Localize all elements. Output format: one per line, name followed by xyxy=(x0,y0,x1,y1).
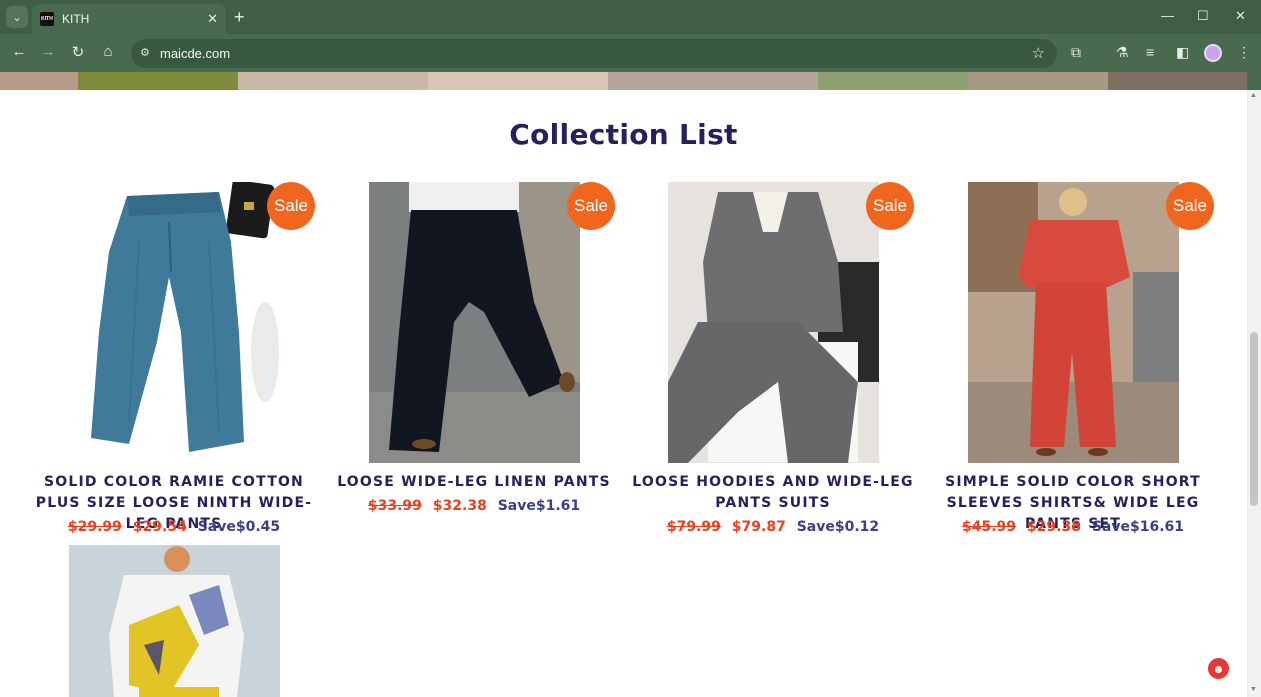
savings-amount: Save$0.12 xyxy=(796,519,880,535)
original-price: $79.99 xyxy=(666,519,721,535)
tab-title: KITH xyxy=(62,12,90,26)
product-card[interactable]: Sale LOOSE WIDE-LEG LINEN PANTS $33.99 $… xyxy=(324,182,624,514)
product-prices: $45.99 $29.38 Save$16.61 xyxy=(923,519,1223,535)
chat-icon[interactable]: ☻ xyxy=(1208,658,1229,679)
product-image[interactable] xyxy=(69,545,280,697)
home-icon[interactable]: ⌂ xyxy=(98,43,118,60)
site-settings-icon[interactable]: ⚙ xyxy=(140,46,150,59)
product-image[interactable] xyxy=(968,182,1179,463)
product-name[interactable]: LOOSE HOODIES AND WIDE-LEG PANTS SUITS xyxy=(623,472,923,514)
scroll-down-arrow-icon[interactable]: ▼ xyxy=(1250,686,1257,693)
product-prices: $79.99 $79.87 Save$0.12 xyxy=(623,519,923,535)
product-card[interactable] xyxy=(24,545,324,697)
star-icon[interactable]: ☆ xyxy=(1032,44,1045,62)
hero-image-strip xyxy=(0,72,1247,90)
sidebar-icon[interactable]: ◧ xyxy=(1176,44,1189,61)
browser-tab[interactable]: KITH KITH ✕ xyxy=(32,4,226,34)
savings-amount: Save$16.61 xyxy=(1091,519,1184,535)
section-title: Collection List xyxy=(509,118,738,151)
product-image[interactable] xyxy=(69,182,280,463)
product-name[interactable]: LOOSE WIDE-LEG LINEN PANTS xyxy=(324,472,624,493)
sale-badge: Sale xyxy=(1166,182,1214,230)
product-image[interactable] xyxy=(668,182,879,463)
sale-badge: Sale xyxy=(866,182,914,230)
close-window-icon[interactable]: ✕ xyxy=(1235,8,1246,24)
savings-amount: Save$0.45 xyxy=(197,519,281,535)
close-icon[interactable]: ✕ xyxy=(207,11,218,27)
tab-favicon: KITH xyxy=(40,12,54,26)
savings-amount: Save$1.61 xyxy=(497,498,581,514)
product-prices: $33.99 $32.38 Save$1.61 xyxy=(324,498,624,514)
maximize-icon[interactable]: ☐ xyxy=(1197,8,1209,24)
back-arrow-icon[interactable]: ← xyxy=(9,43,29,60)
tab-strip: ⌄ KITH KITH ✕ + — ☐ ✕ xyxy=(0,0,1261,34)
sale-price: $29.54 xyxy=(132,519,187,535)
original-price: $33.99 xyxy=(367,498,422,514)
scrollbar-thumb[interactable] xyxy=(1250,332,1258,506)
address-bar[interactable]: ⚙ maicde.com ☆ xyxy=(131,39,1057,68)
product-card[interactable]: Sale SOLID COLOR RAMIE COTTON PLUS SIZE … xyxy=(24,182,324,535)
plus-icon[interactable]: + xyxy=(234,7,245,27)
minimize-icon[interactable]: — xyxy=(1161,8,1174,23)
sale-price: $79.87 xyxy=(731,519,786,535)
url-text[interactable]: maicde.com xyxy=(160,46,230,61)
original-price: $29.99 xyxy=(67,519,122,535)
reload-icon[interactable]: ↻ xyxy=(68,43,88,61)
product-image[interactable] xyxy=(369,182,580,463)
product-prices: $29.99 $29.54 Save$0.45 xyxy=(24,519,324,535)
browser-toolbar: ← → ↻ ⌂ ⚙ maicde.com ☆ ⧉ ⚗ ≡ ◧ ⋮ xyxy=(0,34,1261,72)
labs-icon[interactable]: ⚗ xyxy=(1116,44,1129,61)
tab-search-icon[interactable]: ⌄ xyxy=(6,6,28,28)
kebab-menu-icon[interactable]: ⋮ xyxy=(1237,44,1251,61)
page-content: Collection List Sale SOLID COLOR RAMIE C… xyxy=(0,90,1247,697)
media-icon[interactable]: ≡ xyxy=(1146,44,1154,60)
sale-price: $29.38 xyxy=(1026,519,1081,535)
sale-badge: Sale xyxy=(567,182,615,230)
extensions-icon[interactable]: ⧉ xyxy=(1071,44,1081,61)
product-card[interactable]: Sale LOOSE HOODIES AND WIDE-LEG PANTS SU… xyxy=(623,182,923,535)
page-scrollbar[interactable]: ▲ ▼ xyxy=(1247,90,1261,697)
product-card[interactable]: Sale SIMPLE SOLID COLOR SHORT SLEEVES SH… xyxy=(923,182,1223,535)
original-price: $45.99 xyxy=(962,519,1017,535)
sale-price: $32.38 xyxy=(432,498,487,514)
scroll-up-arrow-icon[interactable]: ▲ xyxy=(1250,92,1257,99)
forward-arrow-icon[interactable]: → xyxy=(38,43,58,60)
profile-avatar[interactable] xyxy=(1204,44,1222,62)
sale-badge: Sale xyxy=(267,182,315,230)
